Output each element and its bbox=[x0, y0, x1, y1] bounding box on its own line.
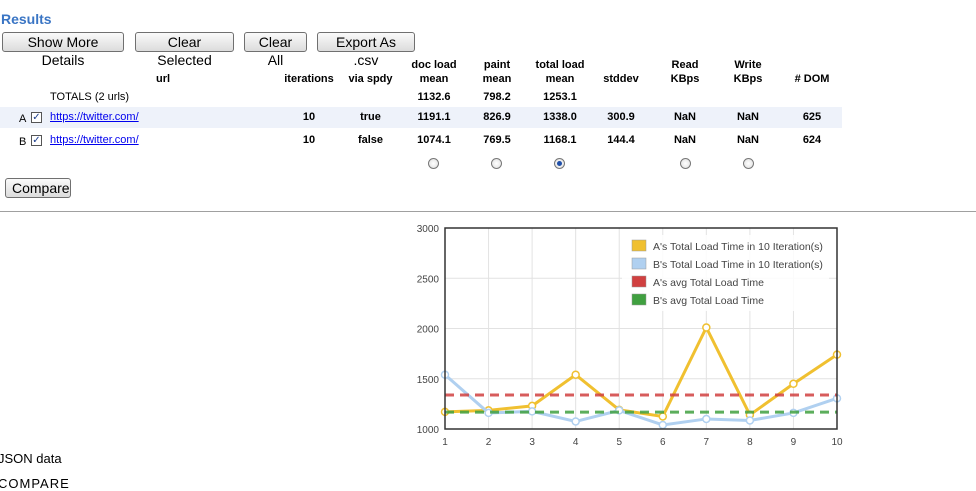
legend-swatch bbox=[631, 275, 647, 288]
legend-swatch bbox=[631, 239, 647, 252]
row-letter: B bbox=[19, 136, 27, 148]
row-doc-load: 1074.1 bbox=[417, 134, 451, 146]
row-doc-load: 1191.1 bbox=[417, 111, 451, 123]
results-title: Results bbox=[1, 11, 52, 27]
x-tick-label: 3 bbox=[529, 437, 535, 448]
results-table: url iterations via spdy doc load mean pa… bbox=[0, 56, 842, 176]
x-tick-label: 8 bbox=[747, 437, 753, 448]
x-tick-label: 7 bbox=[704, 437, 710, 448]
clear-all-button[interactable]: Clear All bbox=[244, 32, 307, 68]
y-tick-label: 2500 bbox=[417, 274, 440, 285]
sort-radio-write[interactable] bbox=[743, 158, 754, 169]
legend-swatch bbox=[631, 257, 647, 270]
load-time-chart: 1000 1500 2000 2500 3000 1 2 3 4 5 6 7 8 9 10 A's Total… bbox=[417, 224, 843, 448]
totals-doc-load: 1132.6 bbox=[417, 91, 451, 103]
header-paint-mean[interactable]: paint mean bbox=[470, 58, 524, 86]
table-row[interactable]: B ✓ https://twitter.com/ 10 false 1074.1… bbox=[0, 130, 842, 151]
data-point bbox=[658, 420, 668, 430]
header-read-kbps[interactable]: Read KBps bbox=[657, 58, 713, 86]
data-point bbox=[745, 416, 755, 425]
legend-label: B's avg Total Load Time bbox=[653, 295, 764, 307]
export-csv-button[interactable]: Export As .csv bbox=[317, 32, 415, 68]
header-paint-line2: mean bbox=[482, 73, 512, 85]
divider bbox=[0, 211, 976, 212]
y-tick-label: 1500 bbox=[417, 375, 440, 386]
sort-radio-doc-load[interactable] bbox=[428, 158, 439, 169]
totals-total-load: 1253.1 bbox=[543, 91, 577, 103]
table-row[interactable]: A ✓ https://twitter.com/ 10 true 1191.1 … bbox=[0, 107, 842, 128]
data-point bbox=[702, 414, 711, 424]
data-point bbox=[527, 407, 537, 416]
sort-radio-read[interactable] bbox=[680, 158, 691, 169]
row-write: NaN bbox=[736, 134, 759, 146]
compare-heading: COMPARE bbox=[0, 476, 70, 491]
row-stddev: 300.9 bbox=[607, 111, 635, 123]
legend-label: A's Total Load Time in 10 Iteration(s) bbox=[653, 241, 823, 253]
row-paint: 826.9 bbox=[483, 111, 511, 123]
row-paint: 769.5 bbox=[483, 134, 511, 146]
show-more-details-button[interactable]: Show More Details bbox=[2, 32, 124, 68]
data-point bbox=[702, 323, 711, 332]
header-write-kbps[interactable]: Write KBps bbox=[720, 58, 776, 86]
x-tick-label: 10 bbox=[831, 437, 843, 448]
data-point bbox=[789, 379, 798, 389]
header-total-load-mean[interactable]: total load mean bbox=[528, 58, 592, 86]
row-via-spdy: false bbox=[357, 134, 384, 146]
header-paint-line1: paint bbox=[483, 59, 511, 71]
header-via-spdy[interactable]: via spdy bbox=[343, 72, 398, 86]
json-data-heading: JSON data bbox=[0, 451, 62, 466]
y-tick-label: 3000 bbox=[417, 224, 440, 235]
header-dom[interactable]: # DOM bbox=[784, 72, 840, 86]
row-url-link[interactable]: https://twitter.com/ bbox=[50, 107, 139, 128]
data-point bbox=[571, 370, 580, 379]
x-tick-label: 4 bbox=[573, 437, 579, 448]
row-total-load: 1338.0 bbox=[543, 111, 577, 123]
legend-swatch bbox=[631, 293, 647, 306]
header-read-line2: KBps bbox=[670, 73, 700, 85]
row-letter: A bbox=[19, 113, 27, 125]
x-tick-label: 6 bbox=[660, 437, 666, 448]
totals-paint: 798.2 bbox=[483, 91, 511, 103]
row-read: NaN bbox=[673, 111, 696, 123]
sort-radio-total-load[interactable] bbox=[554, 158, 565, 169]
header-total-load-line1: total load bbox=[535, 59, 585, 71]
header-total-load-line2: mean bbox=[545, 73, 575, 85]
legend-label: A's avg Total Load Time bbox=[653, 277, 764, 289]
header-stddev[interactable]: stddev bbox=[594, 72, 648, 86]
header-write-line2: KBps bbox=[733, 73, 763, 85]
totals-label: TOTALS (2 urls) bbox=[50, 91, 130, 103]
y-tick-label: 1000 bbox=[417, 425, 440, 436]
row-via-spdy: true bbox=[360, 111, 381, 123]
row-url-link[interactable]: https://twitter.com/ bbox=[50, 130, 139, 151]
x-tick-label: 1 bbox=[442, 437, 448, 448]
data-point bbox=[571, 417, 580, 426]
header-url[interactable]: url bbox=[143, 72, 183, 86]
row-checkbox[interactable]: ✓ bbox=[31, 135, 42, 146]
row-iterations: 10 bbox=[302, 111, 316, 123]
header-write-line1: Write bbox=[734, 59, 762, 71]
header-read-line1: Read bbox=[671, 59, 699, 71]
x-tick-label: 5 bbox=[616, 437, 622, 448]
row-checkbox[interactable]: ✓ bbox=[31, 112, 42, 123]
row-read: NaN bbox=[673, 134, 696, 146]
y-tick-label: 2000 bbox=[417, 325, 440, 336]
legend-label: B's Total Load Time in 10 Iteration(s) bbox=[653, 259, 823, 271]
header-iterations[interactable]: iterations bbox=[278, 72, 340, 86]
row-dom: 624 bbox=[802, 134, 822, 146]
clear-selected-button[interactable]: Clear Selected bbox=[135, 32, 234, 68]
compare-button[interactable]: Compare bbox=[5, 178, 71, 198]
header-doc-load-line2: mean bbox=[419, 73, 449, 85]
row-dom: 625 bbox=[802, 111, 822, 123]
data-point bbox=[658, 412, 668, 421]
x-tick-label: 2 bbox=[486, 437, 492, 448]
header-doc-load-line1: doc load bbox=[411, 59, 457, 71]
row-total-load: 1168.1 bbox=[543, 134, 577, 146]
sort-radio-paint[interactable] bbox=[491, 158, 502, 169]
header-doc-load-mean[interactable]: doc load mean bbox=[404, 58, 464, 86]
row-iterations: 10 bbox=[302, 134, 316, 146]
row-write: NaN bbox=[736, 111, 759, 123]
x-tick-label: 9 bbox=[791, 437, 797, 448]
row-stddev: 144.4 bbox=[607, 134, 635, 146]
